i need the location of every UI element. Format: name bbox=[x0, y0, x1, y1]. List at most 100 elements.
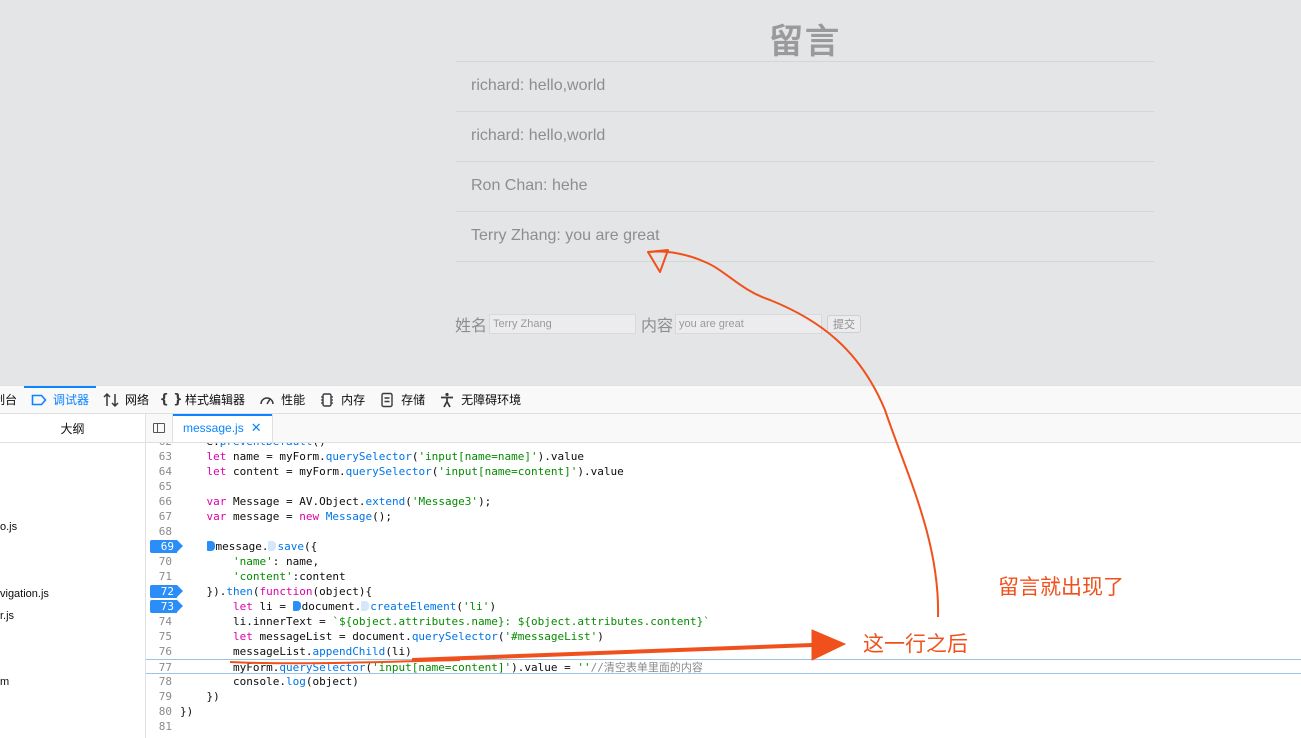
code-line: 64 let content = myForm.querySelector('i… bbox=[146, 464, 1301, 479]
column-breakpoint-icon bbox=[268, 541, 277, 551]
code-text: messageList.appendChild(li) bbox=[180, 645, 412, 658]
line-number[interactable]: 64 bbox=[146, 464, 172, 479]
line-number[interactable]: 76 bbox=[146, 644, 172, 659]
code-text: li.innerText = `${object.attributes.name… bbox=[180, 615, 710, 628]
source-file-item[interactable]: m bbox=[0, 676, 9, 688]
code-line: 80}) bbox=[146, 704, 1301, 719]
code-line: 77 myForm.querySelector('input[name=cont… bbox=[146, 659, 1301, 674]
content-input[interactable] bbox=[675, 314, 823, 334]
performance-icon bbox=[259, 392, 275, 408]
tab-console[interactable]: 制台 bbox=[0, 386, 24, 413]
code-text: var Message = AV.Object.extend('Message3… bbox=[206, 495, 492, 508]
debugger-icon bbox=[31, 392, 47, 408]
tab-debugger[interactable]: 调试器 bbox=[24, 386, 97, 413]
line-number[interactable]: 66 bbox=[146, 494, 172, 509]
line-number[interactable]: 67 bbox=[146, 509, 172, 524]
code-line: 78 console.log(object) bbox=[146, 674, 1301, 689]
code-line: 76 messageList.appendChild(li) bbox=[146, 644, 1301, 659]
line-number[interactable]: 81 bbox=[146, 719, 172, 734]
page-preview: 留言 richard: hello,world richard: hello,w… bbox=[0, 0, 1301, 385]
message-form: 姓名 内容 提交 bbox=[455, 313, 862, 335]
code-lines: 62 e.preventDefault()63 let name = myFor… bbox=[146, 443, 1301, 734]
code-text: 'content':content bbox=[232, 570, 346, 583]
column-breakpoint-icon bbox=[361, 601, 370, 611]
content-label: 内容 bbox=[641, 316, 674, 335]
code-line: 69 message. save({ bbox=[146, 539, 1301, 554]
code-text: }).then(function(object){ bbox=[180, 585, 373, 598]
annotation-after-line: 这一行之后 bbox=[863, 632, 968, 656]
sources-sidebar: 大纲 o.js vigation.js r.js m bbox=[0, 414, 146, 738]
code-line: 75 let messageList = document.querySelec… bbox=[146, 629, 1301, 644]
code-line: 81 bbox=[146, 719, 1301, 734]
file-tab-label: message.js bbox=[183, 421, 244, 435]
code-line: 70 'name': name, bbox=[146, 554, 1301, 569]
code-line: 66 var Message = AV.Object.extend('Messa… bbox=[146, 494, 1301, 509]
sidebar-toggle-icon bbox=[153, 423, 165, 433]
tab-memory[interactable]: 内存 bbox=[312, 386, 372, 413]
code-text: let li = document. createElement('li') bbox=[232, 600, 497, 613]
name-input[interactable] bbox=[489, 314, 637, 334]
tab-style-editor[interactable]: { } 样式编辑器 bbox=[156, 386, 252, 413]
close-icon[interactable]: ✕ bbox=[251, 420, 262, 436]
code-line: 65 bbox=[146, 479, 1301, 494]
line-number[interactable]: 75 bbox=[146, 629, 172, 644]
browser-window: { "page": { "title": "留言", "messages": [… bbox=[0, 0, 1301, 738]
network-icon bbox=[103, 392, 119, 408]
line-number[interactable]: 80 bbox=[146, 704, 172, 719]
tab-accessibility[interactable]: 无障碍环境 bbox=[432, 386, 528, 413]
code-text: let messageList = document.querySelector… bbox=[232, 630, 604, 643]
breakpoint-marker[interactable]: 72 bbox=[150, 585, 183, 598]
source-file-item[interactable]: o.js bbox=[0, 521, 17, 533]
breakpoint-marker[interactable]: 73 bbox=[150, 600, 183, 613]
devtools-panel: 制台 调试器 网络 { } 样式编辑器 性能 bbox=[0, 385, 1301, 738]
code-text: myForm.querySelector('input[name=content… bbox=[180, 661, 703, 674]
code-line: 73 let li = document. createElement('li') bbox=[146, 599, 1301, 614]
toggle-sidebar-button[interactable] bbox=[146, 414, 173, 442]
column-breakpoint-icon bbox=[206, 541, 215, 551]
page-title: 留言 bbox=[769, 22, 841, 62]
list-item: Ron Chan: hehe bbox=[456, 162, 1154, 212]
code-text: let content = myForm.querySelector('inpu… bbox=[206, 465, 624, 478]
devtools-toolbar: 制台 调试器 网络 { } 样式编辑器 性能 bbox=[0, 386, 1301, 414]
storage-icon bbox=[379, 392, 395, 408]
editor-tabs: message.js ✕ bbox=[146, 414, 1301, 443]
outline-tab[interactable]: 大纲 bbox=[0, 414, 145, 443]
code-text: console.log(object) bbox=[180, 675, 359, 688]
line-number[interactable]: 71 bbox=[146, 569, 172, 584]
code-text: }) bbox=[180, 705, 194, 718]
list-item: richard: hello,world bbox=[456, 62, 1154, 112]
code-text: 'name': name, bbox=[232, 555, 320, 568]
line-number[interactable]: 70 bbox=[146, 554, 172, 569]
tab-storage-label: 存储 bbox=[401, 393, 426, 407]
line-number[interactable]: 79 bbox=[146, 689, 172, 704]
message-list: richard: hello,world richard: hello,worl… bbox=[456, 61, 1154, 262]
line-number[interactable]: 63 bbox=[146, 449, 172, 464]
tab-network[interactable]: 网络 bbox=[96, 386, 156, 413]
breakpoint-marker[interactable]: 69 bbox=[150, 540, 183, 553]
code-line: 71 'content':content bbox=[146, 569, 1301, 584]
code-text: var message = new Message(); bbox=[206, 510, 392, 523]
annotation-message-appears: 留言就出现了 bbox=[998, 575, 1124, 599]
list-item: richard: hello,world bbox=[456, 112, 1154, 162]
line-number[interactable]: 65 bbox=[146, 479, 172, 494]
line-number[interactable]: 78 bbox=[146, 674, 172, 689]
source-editor: message.js ✕ 62 e.preventDefault()63 let… bbox=[146, 414, 1301, 738]
line-number[interactable]: 74 bbox=[146, 614, 172, 629]
tab-network-label: 网络 bbox=[125, 393, 150, 407]
source-file-item[interactable]: r.js bbox=[0, 610, 14, 622]
name-label: 姓名 bbox=[455, 316, 488, 335]
tab-storage[interactable]: 存储 bbox=[372, 386, 432, 413]
list-item: Terry Zhang: you are great bbox=[456, 212, 1154, 262]
code-line: 72 }).then(function(object){ bbox=[146, 584, 1301, 599]
file-tab[interactable]: message.js ✕ bbox=[173, 414, 273, 442]
outline-tab-label: 大纲 bbox=[60, 421, 85, 436]
code-text: message. save({ bbox=[180, 539, 317, 554]
submit-button[interactable]: 提交 bbox=[827, 315, 862, 333]
column-breakpoint-icon bbox=[292, 601, 301, 611]
tab-performance[interactable]: 性能 bbox=[252, 386, 312, 413]
code-line: 63 let name = myForm.querySelector('inpu… bbox=[146, 449, 1301, 464]
source-file-item[interactable]: vigation.js bbox=[0, 588, 49, 600]
line-number[interactable]: 68 bbox=[146, 524, 172, 539]
code-area[interactable]: 62 e.preventDefault()63 let name = myFor… bbox=[146, 443, 1301, 738]
line-number[interactable]: 77 bbox=[146, 660, 172, 675]
